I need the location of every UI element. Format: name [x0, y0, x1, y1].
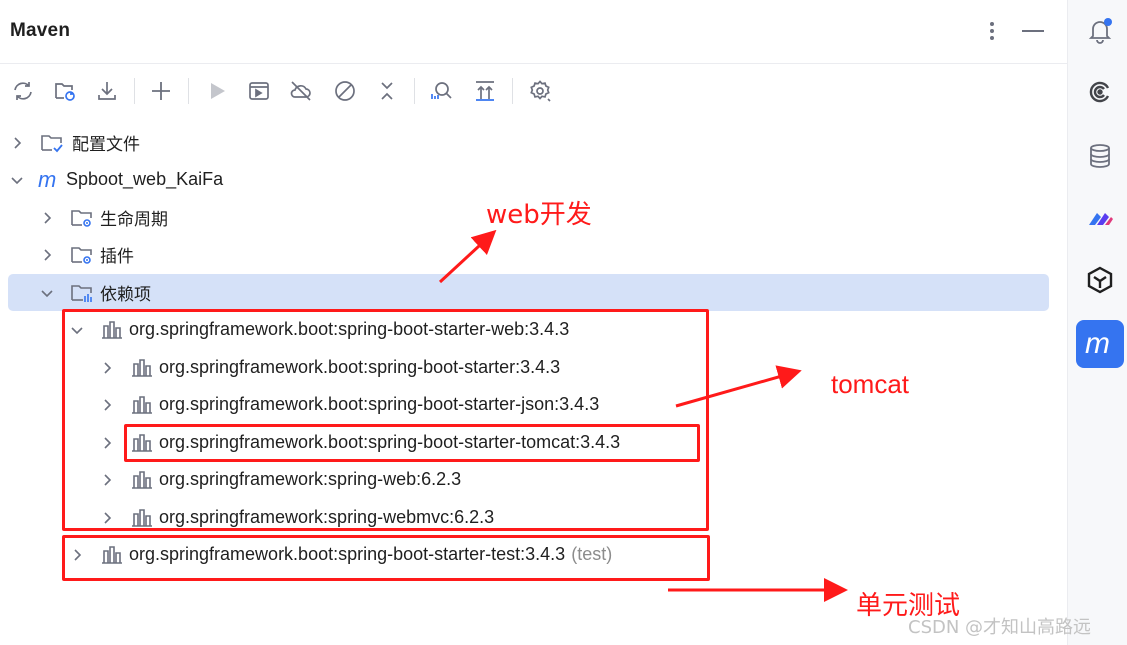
tree-label: 生命周期 [100, 210, 168, 230]
annotation-box-tomcat [124, 424, 700, 462]
download-sources-icon[interactable] [92, 76, 122, 106]
minimize-icon[interactable] [1018, 16, 1048, 46]
settings-icon[interactable] [525, 76, 555, 106]
tree-row-config-files[interactable]: 配置文件 [10, 124, 140, 161]
offline-mode-icon[interactable] [286, 76, 316, 106]
annotation-tomcat: tomcat [831, 369, 910, 399]
annotation-box-test [62, 535, 710, 581]
watermark: CSDN @才知山高路远 [908, 617, 1092, 638]
tree-row-lifecycle[interactable]: 生命周期 [40, 199, 168, 236]
ai-assistant-icon[interactable] [1080, 72, 1120, 112]
tree-label: 插件 [100, 247, 134, 267]
folder-check-icon [40, 131, 64, 155]
tree-row-project[interactable]: m Spboot_web_KaiFa [10, 161, 223, 198]
add-project-icon[interactable] [146, 76, 176, 106]
chevron-down-icon[interactable] [40, 286, 54, 300]
database-icon[interactable] [1080, 136, 1120, 176]
folder-library-icon [70, 281, 94, 305]
analyze-dependencies-icon[interactable] [426, 76, 456, 106]
chevron-right-icon[interactable] [40, 248, 54, 262]
svg-text:m: m [38, 168, 56, 192]
maven-icon[interactable]: m [1076, 320, 1124, 368]
show-dependencies-icon[interactable] [470, 76, 500, 106]
collapse-all-icon[interactable] [372, 76, 402, 106]
tree-label: 配置文件 [72, 135, 140, 155]
annotation-box-web-deps [62, 309, 709, 531]
header-divider [0, 63, 1067, 64]
toolbar-separator [188, 78, 189, 104]
tree-row-plugins[interactable]: 插件 [40, 236, 134, 273]
copilot-icon[interactable] [1080, 260, 1120, 300]
run-icon[interactable] [202, 76, 232, 106]
plugin-marketplace-icon[interactable] [1080, 198, 1120, 238]
more-vertical-icon[interactable] [977, 16, 1007, 46]
tree-row-dependencies[interactable]: 依赖项 [8, 274, 1049, 311]
folder-gear-icon [70, 243, 94, 267]
folder-gear-icon [70, 206, 94, 230]
toolbar-separator [414, 78, 415, 104]
toolbar-separator [512, 78, 513, 104]
skip-tests-icon[interactable] [330, 76, 360, 106]
toolbar-separator [134, 78, 135, 104]
annotation-web: web开发 [486, 200, 592, 230]
notifications-icon[interactable] [1080, 10, 1120, 50]
reload-folder-icon[interactable] [50, 76, 80, 106]
tree-label: 依赖项 [100, 285, 151, 305]
svg-text:m: m [1085, 327, 1110, 360]
reload-all-projects-icon[interactable] [8, 76, 38, 106]
chevron-right-icon[interactable] [40, 211, 54, 225]
panel-title: Maven [10, 20, 71, 41]
maven-project-icon: m [38, 168, 62, 192]
chevron-right-icon[interactable] [10, 136, 24, 150]
chevron-down-icon[interactable] [10, 173, 24, 187]
execute-goal-icon[interactable] [244, 76, 274, 106]
tree-label: Spboot_web_KaiFa [66, 169, 224, 189]
